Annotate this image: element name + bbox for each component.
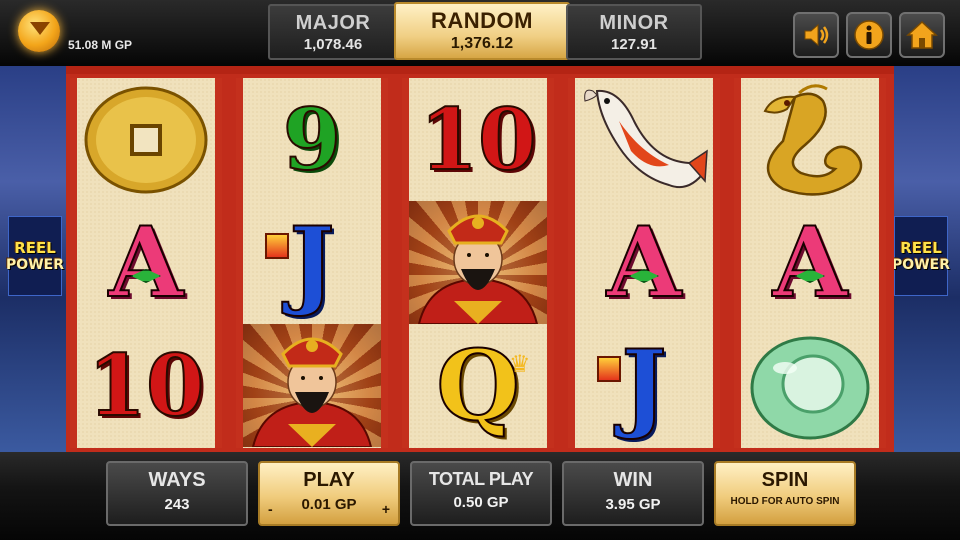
reel-1: A 10: [70, 78, 222, 448]
major-jackpot-value: 1,078.46: [303, 36, 363, 53]
left-side-panel: REEL POWER: [0, 66, 66, 452]
ways-panel: WAYS 243: [106, 461, 248, 526]
number-10: 10: [419, 89, 538, 189]
jade-ring-symbol: [741, 324, 879, 447]
jade-ring-icon: [750, 336, 870, 439]
home-icon: [906, 20, 938, 49]
total-play-title: TOTAL PLAY: [428, 469, 534, 489]
symbol-10: 10: [409, 78, 547, 201]
fortune-god-symbol: [243, 324, 381, 447]
increase-bet-button[interactable]: +: [382, 501, 390, 517]
symbol-a: A: [741, 201, 879, 324]
info-button[interactable]: [846, 12, 892, 58]
coin-symbol: [77, 78, 215, 201]
decrease-bet-button[interactable]: -: [268, 501, 273, 517]
reel-grid: A 10 9 J 10 Q ♛ A J A: [66, 66, 894, 452]
fortune-god-symbol: [409, 201, 547, 324]
red-gem-icon: [597, 356, 621, 382]
total-play-panel: TOTAL PLAY 0.50 GP: [410, 461, 552, 526]
symbol-10: 10: [77, 324, 215, 447]
fortune-god-background: [409, 201, 547, 324]
symbol-j: J: [243, 201, 381, 324]
minor-jackpot: MINOR 127.91: [566, 4, 702, 60]
ways-title: WAYS: [148, 469, 206, 491]
fortune-god-background: [243, 324, 381, 447]
balance-display: 51.08 M GP: [0, 0, 250, 60]
balance-amount: 51.08 M GP: [68, 38, 133, 52]
letter-a: A: [772, 205, 848, 319]
win-value: 3.95 GP: [605, 496, 661, 513]
play-value: 0.01 GP: [301, 496, 357, 513]
fortune-god-icon: [417, 214, 539, 324]
random-jackpot-value: 1,376.12: [450, 35, 514, 52]
gold-coin-icon[interactable]: [18, 10, 60, 52]
dragon-icon: [763, 83, 863, 196]
sound-icon: [804, 23, 829, 47]
logo-line1: REEL: [14, 239, 56, 257]
coin-icon: [84, 86, 208, 193]
reel-5: A: [734, 78, 886, 448]
reel-4: A J: [568, 78, 720, 448]
letter-j: J: [620, 328, 667, 442]
play-title: PLAY: [303, 469, 355, 491]
crown-icon: ♛: [509, 351, 531, 378]
sound-button[interactable]: [793, 12, 839, 58]
total-play-value: 0.50 GP: [453, 494, 509, 511]
letter-q: Q: [435, 328, 521, 442]
reel-power-logo: REEL POWER: [6, 216, 64, 296]
spin-subtitle: HOLD FOR AUTO SPIN: [730, 496, 840, 507]
reel-stage: REEL POWER REEL POWER A 10 9 J 10 Q ♛ A …: [0, 66, 960, 452]
symbol-a: A: [575, 201, 713, 324]
koi-fish-icon: [584, 89, 708, 188]
letter-a: A: [606, 205, 682, 319]
home-button[interactable]: [899, 12, 945, 58]
symbol-a: A: [77, 201, 215, 324]
bottom-bar: WAYS 243 PLAY 0.01 GP - + TOTAL PLAY 0.5…: [0, 452, 960, 540]
number-9: 9: [282, 89, 342, 189]
symbol-q: Q ♛: [409, 324, 547, 447]
top-bar: 51.08 M GP MAJOR 1,078.46 RANDOM 1,376.1…: [0, 0, 960, 66]
random-jackpot: RANDOM 1,376.12: [394, 2, 570, 60]
logo-line2: POWER: [6, 257, 64, 273]
red-gem-icon: [265, 233, 289, 259]
letter-a: A: [108, 205, 184, 319]
right-side-panel: REEL POWER: [894, 66, 960, 452]
win-panel: WIN 3.95 GP: [562, 461, 704, 526]
minor-jackpot-value: 127.91: [611, 36, 657, 53]
golden-dragon-symbol: [741, 78, 879, 201]
random-jackpot-title: RANDOM: [431, 8, 533, 33]
minor-jackpot-title: MINOR: [599, 12, 669, 34]
info-icon: [854, 20, 884, 50]
symbol-9: 9: [243, 78, 381, 201]
reel-3: 10 Q ♛: [402, 78, 554, 448]
ways-value: 243: [164, 496, 190, 513]
letter-j: J: [288, 205, 335, 319]
number-10: 10: [87, 335, 206, 435]
major-jackpot: MAJOR 1,078.46: [268, 4, 398, 60]
win-title: WIN: [613, 469, 653, 491]
symbol-j: J: [575, 324, 713, 447]
logo-line2: POWER: [894, 257, 950, 273]
spin-title: SPIN: [761, 469, 809, 491]
reel-power-logo: REEL POWER: [894, 216, 950, 296]
fortune-god-icon: [251, 337, 373, 447]
koi-fish-symbol: [575, 78, 713, 201]
spin-button[interactable]: SPIN HOLD FOR AUTO SPIN: [714, 461, 856, 526]
major-jackpot-title: MAJOR: [295, 12, 371, 34]
play-bet-panel[interactable]: PLAY 0.01 GP - +: [258, 461, 400, 526]
logo-line1: REEL: [900, 239, 942, 257]
reel-2: 9 J: [236, 78, 388, 448]
